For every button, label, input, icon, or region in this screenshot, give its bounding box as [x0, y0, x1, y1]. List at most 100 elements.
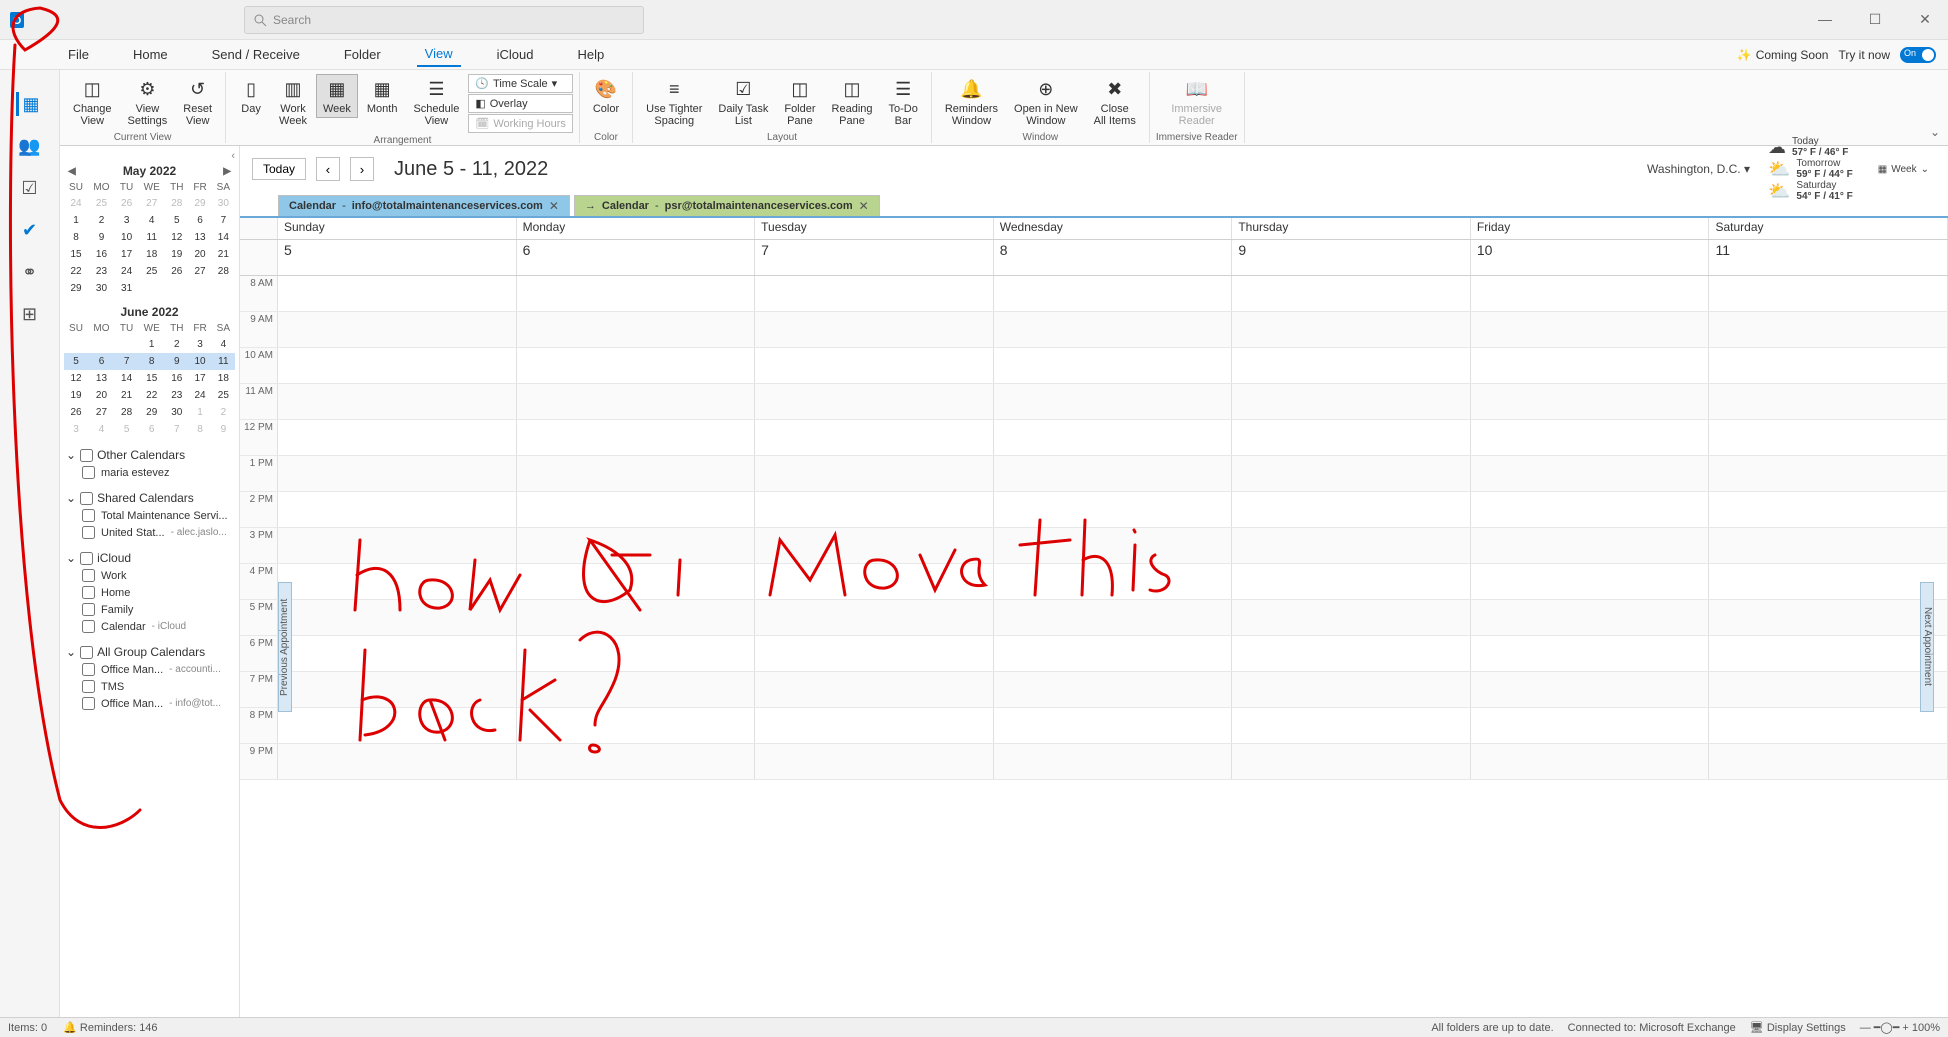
time-slot[interactable]	[1471, 528, 1710, 563]
time-slot[interactable]	[755, 348, 994, 383]
minical-day[interactable]: 29	[64, 280, 88, 297]
time-slot[interactable]	[278, 636, 517, 671]
minical-day[interactable]: 6	[188, 212, 211, 229]
minical-day[interactable]: 3	[64, 421, 88, 438]
coming-soon-button[interactable]: ✨ Coming Soon	[1737, 48, 1829, 62]
time-slot[interactable]	[1232, 564, 1471, 599]
time-slot[interactable]	[1471, 672, 1710, 707]
time-slot[interactable]	[1709, 312, 1948, 347]
minical-day[interactable]: 10	[188, 353, 211, 370]
time-slot[interactable]	[1232, 528, 1471, 563]
minical-day[interactable]: 5	[165, 212, 188, 229]
folder-pane-button[interactable]: ◫Folder Pane	[777, 74, 822, 130]
calendar-tab-1[interactable]: Calendar - info@totalmaintenanceservices…	[278, 195, 570, 216]
view-selector[interactable]: ▦ Week ⌄	[1871, 161, 1936, 178]
time-slot[interactable]	[517, 420, 756, 455]
minical-day[interactable]: 8	[188, 421, 211, 438]
time-slot[interactable]	[278, 456, 517, 491]
time-slot[interactable]	[1471, 492, 1710, 527]
time-slot[interactable]	[755, 492, 994, 527]
minical-day[interactable]: 23	[165, 387, 188, 404]
minical-day[interactable]: 10	[115, 229, 138, 246]
time-slot[interactable]	[994, 636, 1233, 671]
calendar-item[interactable]: Office Man... - info@tot...	[64, 695, 235, 712]
time-slot[interactable]	[278, 492, 517, 527]
minical-day[interactable]: 8	[64, 229, 88, 246]
calendar-item[interactable]: United Stat... - alec.jaslo...	[64, 524, 235, 541]
minical-day[interactable]: 18	[138, 246, 165, 263]
time-slot[interactable]	[517, 744, 756, 779]
minical-day[interactable]: 2	[165, 336, 188, 353]
minical-day[interactable]: 18	[212, 370, 235, 387]
calendar-item[interactable]: Calendar - iCloud	[64, 618, 235, 635]
time-slot[interactable]	[1471, 708, 1710, 743]
minical-day[interactable]	[64, 336, 88, 353]
time-slot[interactable]	[1232, 456, 1471, 491]
time-slot[interactable]	[1709, 456, 1948, 491]
zoom-slider[interactable]: — ━◯━ + 100%	[1860, 1021, 1940, 1034]
time-slot[interactable]	[755, 456, 994, 491]
time-slot[interactable]	[994, 420, 1233, 455]
time-slot[interactable]	[994, 276, 1233, 311]
try-it-toggle[interactable]: On	[1900, 47, 1936, 63]
calendar-group-header[interactable]: ⌄ All Group Calendars	[64, 643, 235, 661]
minical-day[interactable]: 30	[212, 195, 235, 212]
time-slot[interactable]	[517, 456, 756, 491]
prev-appointment-button[interactable]: Previous Appointment	[278, 582, 292, 712]
time-slot[interactable]	[1471, 348, 1710, 383]
calendar-item[interactable]: Work	[64, 567, 235, 584]
week-view-button[interactable]: ▦Week	[316, 74, 358, 118]
minical-day[interactable]: 15	[138, 370, 165, 387]
reset-view-button[interactable]: ↺Reset View	[176, 74, 219, 130]
month-view-button[interactable]: ▦Month	[360, 74, 405, 118]
calendar-group-header[interactable]: ⌄ iCloud	[64, 549, 235, 567]
time-slot[interactable]	[517, 528, 756, 563]
time-slot[interactable]	[994, 348, 1233, 383]
time-slot[interactable]	[1471, 600, 1710, 635]
time-slot[interactable]	[517, 492, 756, 527]
minical-day[interactable]: 2	[88, 212, 115, 229]
minical-day[interactable]: 4	[138, 212, 165, 229]
time-scale-button[interactable]: 🕓 Time Scale ▾	[468, 74, 573, 93]
minical-day[interactable]: 7	[212, 212, 235, 229]
prev-week-button[interactable]: ‹	[316, 157, 340, 181]
daily-task-list-button[interactable]: ☑Daily Task List	[711, 74, 775, 130]
time-slot[interactable]	[1232, 636, 1471, 671]
minical-day[interactable]: 26	[165, 263, 188, 280]
date-number[interactable]: 5	[278, 240, 517, 275]
tighter-spacing-button[interactable]: ≡Use Tighter Spacing	[639, 74, 709, 130]
time-slot[interactable]	[1471, 456, 1710, 491]
minical-day[interactable]: 25	[212, 387, 235, 404]
time-slot[interactable]	[517, 672, 756, 707]
time-slot[interactable]	[994, 456, 1233, 491]
calendar-item[interactable]: Office Man... - accounti...	[64, 661, 235, 678]
view-settings-button[interactable]: ⚙View Settings	[121, 74, 175, 130]
display-settings-button[interactable]: 🖥 Display Settings	[1750, 1021, 1846, 1034]
calendar-item[interactable]: TMS	[64, 678, 235, 695]
time-slot[interactable]	[994, 744, 1233, 779]
minical-day[interactable]: 6	[88, 353, 115, 370]
minical-day[interactable]: 14	[115, 370, 138, 387]
time-slot[interactable]	[1232, 672, 1471, 707]
menu-send-receive[interactable]: Send / Receive	[204, 43, 308, 66]
close-icon[interactable]: ✕	[549, 199, 559, 213]
time-slot[interactable]	[1709, 600, 1948, 635]
minical-prev-button[interactable]: ◀	[68, 166, 76, 177]
minical-day[interactable]: 11	[138, 229, 165, 246]
addins-icon[interactable]: ⊞	[18, 302, 42, 326]
maximize-button[interactable]: ☐	[1860, 11, 1890, 28]
close-button[interactable]: ✕	[1910, 11, 1940, 28]
time-slot[interactable]	[1709, 744, 1948, 779]
minical-day[interactable]: 27	[138, 195, 165, 212]
date-number[interactable]: 11	[1709, 240, 1948, 275]
time-slot[interactable]	[755, 636, 994, 671]
weather-day[interactable]: ⛅Tomorrow59° F / 44° F	[1768, 158, 1853, 180]
tasks-icon[interactable]: ☑	[18, 176, 42, 200]
time-slot[interactable]	[755, 276, 994, 311]
minical-day[interactable]: 16	[165, 370, 188, 387]
time-slot[interactable]	[278, 564, 517, 599]
minical-day[interactable]: 17	[115, 246, 138, 263]
minimize-button[interactable]: —	[1810, 11, 1840, 28]
time-slot[interactable]	[1232, 744, 1471, 779]
date-number[interactable]: 9	[1232, 240, 1471, 275]
